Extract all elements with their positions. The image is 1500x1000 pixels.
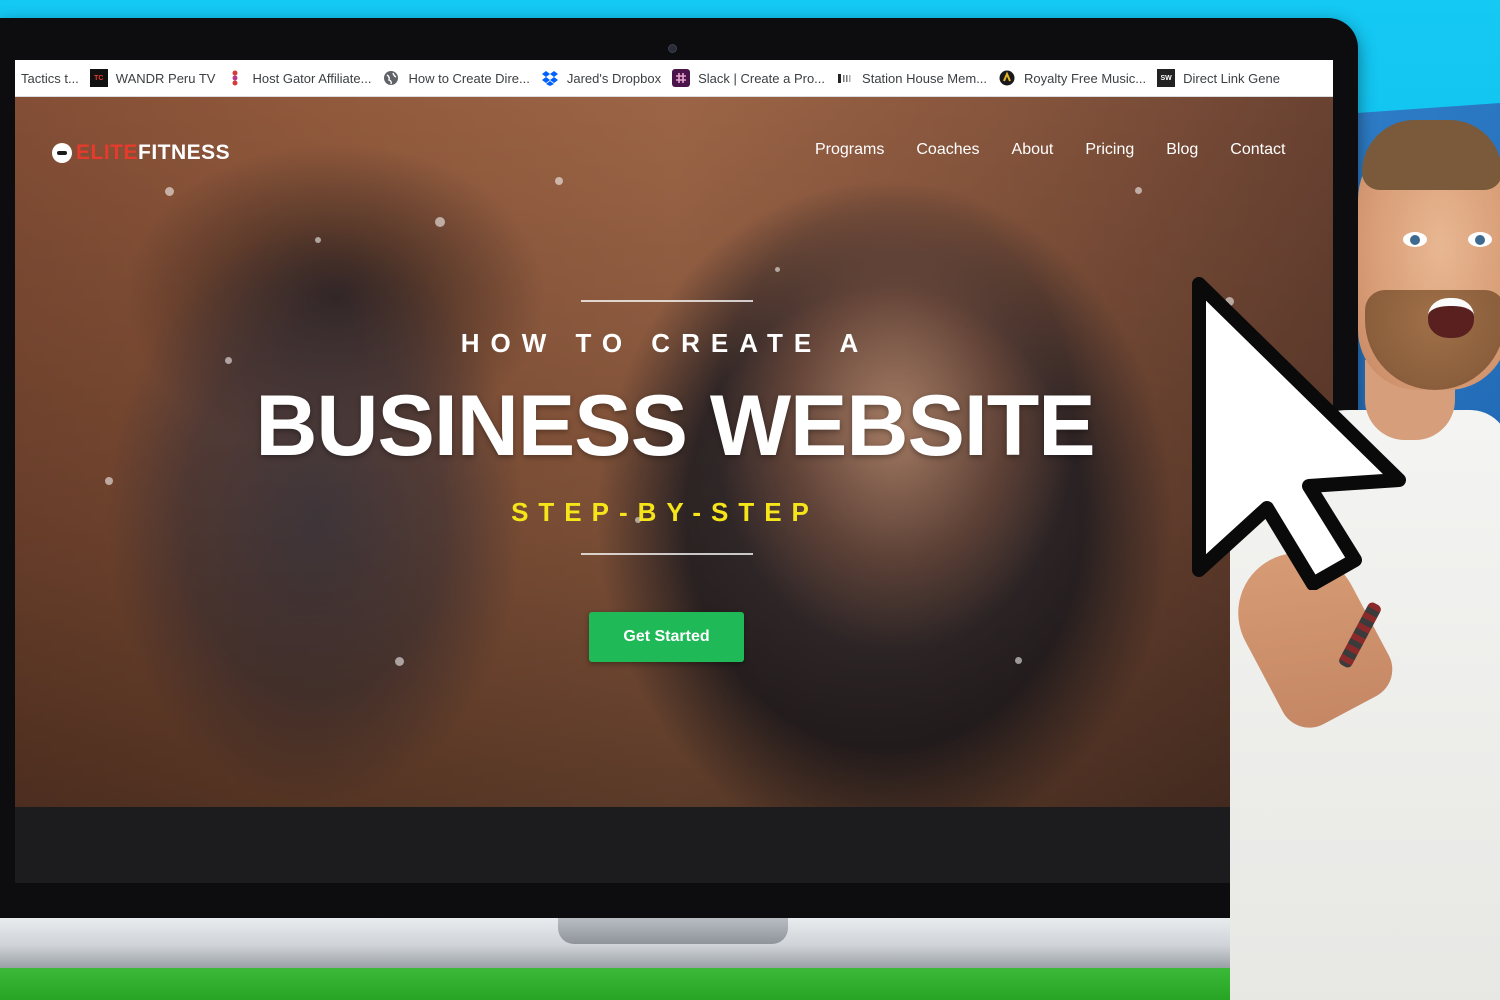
bookmark-tactics[interactable]: Tactics t...	[19, 64, 88, 92]
nav-link-about[interactable]: About	[1012, 141, 1054, 165]
snow-particle	[775, 267, 780, 272]
bookmark-how-to-create[interactable]: How to Create Dire...	[380, 64, 538, 92]
presenter-eye-right	[1468, 232, 1492, 247]
snow-particle	[395, 657, 404, 666]
snow-particle	[165, 187, 174, 196]
bookmark-station-house[interactable]: Station House Mem...	[834, 64, 996, 92]
bookmark-label: Jared's Dropbox	[566, 70, 662, 86]
snow-particle	[555, 177, 563, 185]
hero-section: ELITE FITNESS Programs Coaches About Pri…	[15, 97, 1333, 807]
logo-fitness-text: FITNESS	[138, 141, 231, 164]
page-below-hero	[15, 807, 1333, 883]
bookmark-host-gator[interactable]: Host Gator Affiliate...	[224, 64, 380, 92]
bookmark-label: Station House Mem...	[862, 70, 988, 86]
bookmark-label: Slack | Create a Pro...	[698, 70, 826, 86]
music-icon	[998, 69, 1016, 87]
snow-particle	[315, 237, 321, 243]
snow-particle	[225, 357, 232, 364]
wandr-icon: TC	[89, 69, 108, 87]
webcam-icon	[668, 44, 677, 53]
hero-pre-heading: HOW TO CREATE A	[460, 328, 870, 358]
station-house-icon	[836, 69, 854, 87]
top-divider-line	[581, 300, 753, 302]
bookmark-label: How to Create Dire...	[408, 70, 530, 86]
bookmark-label: Tactics t...	[21, 70, 79, 86]
bookmark-wandr-peru-tv[interactable]: TC WANDR Peru TV	[88, 64, 225, 92]
direct-link-icon: SW	[1157, 69, 1176, 87]
slack-icon	[672, 69, 691, 87]
snow-particle	[1015, 657, 1022, 664]
elite-fitness-logo[interactable]: ELITE FITNESS	[52, 140, 230, 166]
nav-link-pricing[interactable]: Pricing	[1085, 141, 1134, 165]
bookmark-slack[interactable]: Slack | Create a Pro...	[670, 64, 834, 92]
bottom-divider-line	[581, 553, 753, 555]
snow-particle	[435, 217, 445, 227]
presenter-hair	[1362, 120, 1500, 190]
nav-link-programs[interactable]: Programs	[815, 141, 884, 165]
laptop-hinge-notch	[558, 918, 788, 944]
get-started-button[interactable]: Get Started	[589, 612, 744, 662]
bookmarks-bar: Tactics t... TC WANDR Peru TV Host Gator…	[15, 60, 1333, 97]
globe-icon	[382, 69, 400, 87]
hostgator-icon	[226, 69, 244, 87]
bookmark-jareds-dropbox[interactable]: Jared's Dropbox	[539, 64, 670, 92]
bookmark-label: Direct Link Gene	[1183, 70, 1280, 86]
hero-sub-heading: STEP-BY-STEP	[511, 497, 819, 527]
bookmark-label: Host Gator Affiliate...	[252, 70, 372, 86]
hero-heading: BUSINESS WEBSITE	[255, 378, 1095, 474]
mouse-cursor-icon	[1192, 277, 1406, 590]
bookmark-royalty-free-music[interactable]: Royalty Free Music...	[996, 64, 1155, 92]
laptop-screen: Tactics t... TC WANDR Peru TV Host Gator…	[15, 60, 1333, 883]
nav-link-coaches[interactable]: Coaches	[916, 141, 979, 165]
snow-particle	[1135, 187, 1142, 194]
logo-elite-text: ELITE	[76, 141, 139, 164]
bookmark-label: Royalty Free Music...	[1024, 70, 1147, 86]
bookmark-label: WANDR Peru TV	[115, 70, 216, 86]
snow-particle	[105, 477, 113, 485]
logo-icon	[52, 143, 72, 163]
presenter-mouth	[1428, 298, 1474, 338]
dropbox-icon	[541, 69, 559, 87]
bookmark-direct-link[interactable]: SW Direct Link Gene	[1155, 64, 1289, 92]
presenter-eye-left	[1403, 232, 1427, 247]
